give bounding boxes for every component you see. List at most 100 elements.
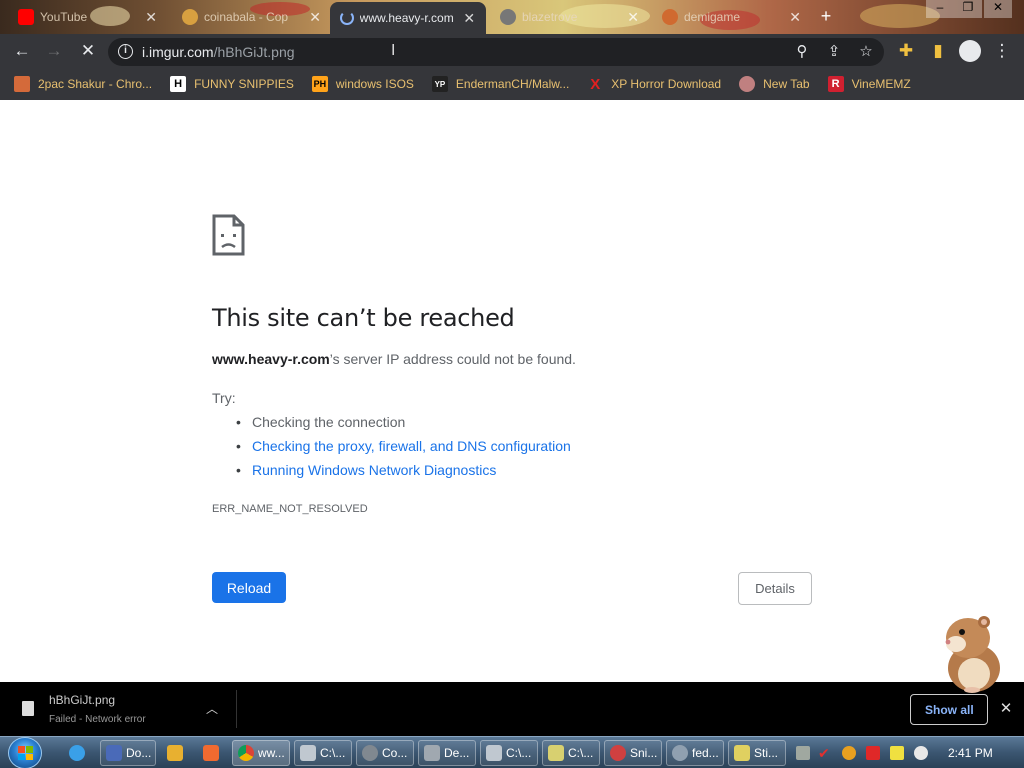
taskbar-clock[interactable]: 2:41 PM: [948, 746, 993, 760]
close-window-button[interactable]: ✕: [984, 0, 1012, 18]
close-tab-icon[interactable]: ✕: [144, 9, 158, 26]
taskbar-label: De...: [444, 746, 470, 760]
address-bar[interactable]: i i.imgur.com/hBhGiJt.png I ⚲ ⇪ ☆: [108, 38, 884, 66]
bookmark-star-icon[interactable]: ☆: [856, 42, 876, 60]
back-button[interactable]: ←: [10, 40, 34, 62]
url-domain: i.imgur.com: [142, 44, 214, 60]
taskbar-item[interactable]: Sti...: [728, 740, 786, 766]
minimize-button[interactable]: –: [926, 0, 954, 18]
globe-favicon-icon: [739, 76, 756, 92]
chrome-icon: [238, 745, 254, 761]
download-status: Failed - Network error: [49, 714, 146, 725]
search-icon[interactable]: ⚲: [792, 42, 812, 60]
tray-notification-icon[interactable]: [890, 746, 904, 760]
extensions-puzzle-icon[interactable]: ✚: [894, 40, 918, 62]
taskbar-item[interactable]: C:\...: [542, 740, 600, 766]
taskbar-item[interactable]: C:\...: [480, 740, 538, 766]
youtube-favicon-icon: [18, 9, 34, 25]
stop-button[interactable]: ✕: [76, 40, 100, 62]
tray-checkmark-icon[interactable]: ✔: [818, 746, 832, 760]
show-all-button[interactable]: Show all: [910, 694, 988, 725]
tab-strip: YouTube ✕ coinabala - Cop ✕ www.heavy-r.…: [0, 0, 1024, 34]
taskbar-item[interactable]: Sni...: [604, 740, 662, 766]
bookmark-label: 2pac Shakur - Chro...: [38, 77, 153, 91]
error-description-text: ’s server IP address could not be found.: [329, 351, 576, 367]
tray-flag-icon[interactable]: [866, 746, 880, 760]
close-tab-icon[interactable]: ✕: [462, 10, 476, 27]
taskbar-item[interactable]: De...: [418, 740, 476, 766]
chevron-up-icon[interactable]: ︿: [204, 700, 220, 717]
snipping-tool-icon: [610, 745, 626, 761]
tab-title: coinabala - Cop: [204, 10, 289, 24]
try-label: Try:: [212, 390, 236, 406]
start-button[interactable]: [8, 737, 42, 768]
share-icon[interactable]: ⇪: [824, 42, 844, 60]
site-info-icon[interactable]: i: [118, 44, 133, 59]
close-tab-icon[interactable]: ✕: [308, 9, 322, 26]
reload-button[interactable]: Reload: [212, 572, 286, 603]
yp-favicon-icon: YP: [431, 76, 448, 92]
bookmark-new-tab[interactable]: New Tab: [739, 76, 810, 92]
divider: [236, 690, 237, 728]
coin-favicon-icon: [182, 9, 198, 25]
tab-heavy-r[interactable]: www.heavy-r.com ✕: [330, 2, 486, 34]
taskbar-media[interactable]: [162, 740, 190, 766]
taskbar-item[interactable]: fed...: [666, 740, 724, 766]
taskbar-label: C:\...: [320, 746, 346, 760]
side-panel-icon[interactable]: ▮: [926, 40, 950, 62]
profile-avatar-icon[interactable]: [958, 40, 982, 62]
bookmark-vinememz[interactable]: R VineMEMZ: [827, 76, 911, 92]
close-tab-icon[interactable]: ✕: [626, 9, 640, 26]
media-player-icon: [167, 745, 183, 761]
bookmark-endermanch[interactable]: YP EndermanCH/Malw...: [431, 76, 570, 92]
download-shelf: hBhGiJt.png Failed - Network error ︿ Sho…: [0, 682, 1024, 736]
taskbar-ie[interactable]: [64, 740, 92, 766]
text-cursor-icon: I: [391, 42, 396, 59]
tab-title: demigame: [684, 10, 741, 24]
bookmark-label: EndermanCH/Malw...: [455, 77, 570, 91]
download-filename[interactable]: hBhGiJt.png: [49, 693, 115, 707]
error-description: www.heavy-r.com’s server IP address coul…: [212, 351, 576, 367]
tray-app-icon[interactable]: [796, 746, 810, 760]
app-icon: [106, 745, 122, 761]
suggestion-diagnostics-link[interactable]: Running Windows Network Diagnostics: [236, 462, 571, 486]
arrow-right-icon: →: [45, 41, 63, 60]
sticky-notes-icon: [734, 745, 750, 761]
windows-logo-icon: [18, 746, 33, 760]
url-text[interactable]: i.imgur.com/hBhGiJt.png: [142, 44, 295, 60]
taskbar-paint[interactable]: [198, 740, 226, 766]
taskbar-item[interactable]: Co...: [356, 740, 414, 766]
arrow-left-icon: ←: [13, 41, 31, 60]
tab-coinabala[interactable]: coinabala - Cop ✕: [172, 2, 332, 32]
tab-youtube[interactable]: YouTube ✕: [8, 2, 168, 32]
close-tab-icon[interactable]: ✕: [788, 9, 802, 26]
close-shelf-icon[interactable]: ✕: [998, 699, 1014, 717]
bookmark-windows-isos[interactable]: PH windows ISOS: [311, 76, 414, 92]
ph-favicon-icon: PH: [311, 76, 328, 92]
suggestion-proxy-link[interactable]: Checking the proxy, firewall, and DNS co…: [236, 438, 571, 462]
bookmark-label: New Tab: [763, 77, 810, 91]
tray-search-icon[interactable]: [842, 746, 856, 760]
tray-volume-icon[interactable]: [914, 746, 928, 760]
tab-blazetrove[interactable]: blazetrove ✕: [490, 2, 650, 32]
x-favicon-icon: X: [590, 75, 601, 93]
tab-demigame[interactable]: demigame ✕: [652, 2, 812, 32]
error-title: This site can’t be reached: [212, 304, 515, 332]
bookmark-xp-horror[interactable]: X XP Horror Download: [587, 75, 721, 93]
taskbar-item[interactable]: Do...: [100, 740, 156, 766]
taskbar-chrome[interactable]: ww...: [232, 740, 290, 766]
bookmark-2pac[interactable]: 2pac Shakur - Chro...: [14, 76, 152, 92]
bookmark-funny-snippies[interactable]: H FUNNY SNIPPIES: [170, 76, 294, 92]
game-favicon-icon: [662, 9, 678, 25]
menu-kebab-icon[interactable]: ⋮: [990, 40, 1014, 62]
new-tab-button[interactable]: +: [815, 6, 837, 27]
broken-file-icon: [22, 701, 34, 716]
details-button[interactable]: Details: [738, 572, 812, 605]
forward-button[interactable]: →: [42, 40, 66, 62]
restore-button[interactable]: ❐: [954, 0, 982, 18]
error-host: www.heavy-r.com: [212, 351, 330, 367]
hamster-mascot-icon: [945, 616, 1000, 693]
suggestion-check-connection: Checking the connection: [236, 414, 571, 438]
windows-taskbar: Do... ww... C:\... Co... De... C:\... C:…: [0, 736, 1024, 768]
taskbar-item[interactable]: C:\...: [294, 740, 352, 766]
